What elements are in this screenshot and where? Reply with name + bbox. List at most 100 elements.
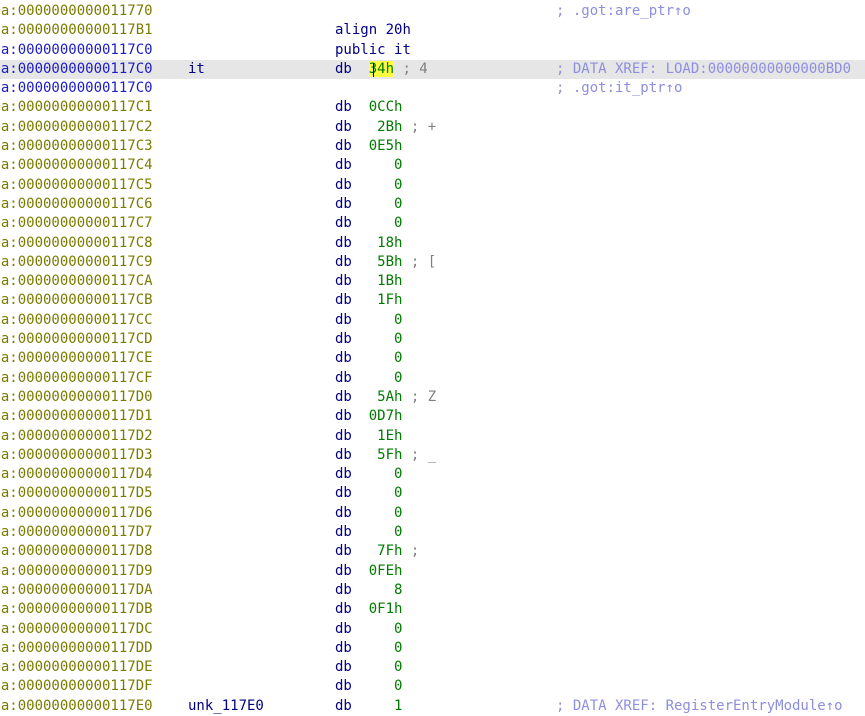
listing-row[interactable]: ata:00000000000117B1 align 20h <box>0 21 865 40</box>
address[interactable]: ata:00000000000117CD <box>0 330 153 349</box>
listing-row[interactable]: ata:00000000000117DF db 0 <box>0 677 865 696</box>
listing-row[interactable]: ata:00000000000117CB db 1Fh <box>0 291 865 310</box>
instruction[interactable]: db 0FEh <box>335 562 402 581</box>
xref-comment[interactable]: ; .got:are_ptr↑o <box>556 2 691 21</box>
listing-row[interactable]: ata:00000000000117C3 db 0E5h <box>0 137 865 156</box>
address[interactable]: ata:00000000000117CF <box>0 369 153 388</box>
instruction[interactable]: db 0 <box>335 484 402 503</box>
address[interactable]: ata:00000000000117B1 <box>0 21 153 40</box>
address[interactable]: ata:00000000000117DA <box>0 581 153 600</box>
listing-row[interactable]: ata:00000000000117D3 db 5Fh ; _ <box>0 446 865 465</box>
instruction[interactable]: db 1 <box>335 697 402 716</box>
listing-row[interactable]: ata:00000000000117CF db 0 <box>0 369 865 388</box>
listing-row[interactable]: ata:00000000000117D9 db 0FEh <box>0 562 865 581</box>
instruction[interactable]: db 0 <box>335 677 402 696</box>
instruction[interactable]: db 0 <box>335 639 402 658</box>
instruction[interactable]: db 0 <box>335 504 402 523</box>
address[interactable]: ata:00000000000117D4 <box>0 465 153 484</box>
address[interactable]: ata:00000000000117D6 <box>0 504 153 523</box>
address[interactable]: ata:00000000000117CB <box>0 291 153 310</box>
listing-row[interactable]: ata:00000000000117C2 db 2Bh ; + <box>0 118 865 137</box>
listing-row[interactable]: ata:00000000000117C7 db 0 <box>0 214 865 233</box>
listing-row[interactable]: ata:0000000000011770 ; .got:are_ptr↑o <box>0 2 865 21</box>
listing-row[interactable]: ata:00000000000117C0 public it <box>0 41 865 60</box>
address[interactable]: ata:00000000000117D3 <box>0 446 153 465</box>
instruction[interactable]: db 0 <box>335 465 402 484</box>
address[interactable]: ata:00000000000117C0 <box>0 60 153 79</box>
symbol-label[interactable]: it <box>188 60 205 79</box>
listing-row[interactable]: ata:00000000000117DB db 0F1h <box>0 600 865 619</box>
xref-comment[interactable]: ; .got:it_ptr↑o <box>556 79 682 98</box>
instruction[interactable]: db 0 <box>335 369 402 388</box>
listing-row[interactable]: ata:00000000000117D5 db 0 <box>0 484 865 503</box>
instruction[interactable]: db 0 <box>335 658 402 677</box>
address[interactable]: ata:00000000000117D2 <box>0 427 153 446</box>
instruction[interactable]: db 5Fh ; _ <box>335 446 436 465</box>
disassembly-listing[interactable]: ata:0000000000011770; .got:are_ptr↑o ata:… <box>0 2 865 716</box>
instruction[interactable]: db 0E5h <box>335 137 402 156</box>
xref-comment[interactable]: ; DATA XREF: LOAD:00000000000000BD0 <box>556 60 851 79</box>
listing-row[interactable]: ata:00000000000117D2 db 1Eh <box>0 427 865 446</box>
address[interactable]: ata:00000000000117DE <box>0 658 153 677</box>
address[interactable]: ata:00000000000117C5 <box>0 176 153 195</box>
address[interactable]: ata:00000000000117C4 <box>0 156 153 175</box>
listing-row[interactable]: ata:00000000000117CE db 0 <box>0 349 865 368</box>
address[interactable]: ata:00000000000117DF <box>0 677 153 696</box>
instruction[interactable]: db 34h ; 4 <box>335 60 428 79</box>
address[interactable]: ata:00000000000117CA <box>0 272 153 291</box>
instruction[interactable]: db 2Bh ; + <box>335 118 436 137</box>
listing-row[interactable]: ata:00000000000117C8 db 18h <box>0 234 865 253</box>
address[interactable]: ata:00000000000117DC <box>0 620 153 639</box>
listing-row[interactable]: ata:00000000000117DA db 8 <box>0 581 865 600</box>
address[interactable]: ata:00000000000117C9 <box>0 253 153 272</box>
instruction[interactable]: db 5Ah ; Z <box>335 388 436 407</box>
listing-row[interactable]: ata:00000000000117D6 db 0 <box>0 504 865 523</box>
address[interactable]: ata:00000000000117C1 <box>0 98 153 117</box>
listing-row[interactable]: ata:00000000000117D7 db 0 <box>0 523 865 542</box>
instruction[interactable]: db 1Fh <box>335 291 402 310</box>
instruction[interactable]: db 0 <box>335 311 402 330</box>
instruction[interactable]: db 8 <box>335 581 402 600</box>
listing-row[interactable]: ata:00000000000117DC db 0 <box>0 620 865 639</box>
instruction[interactable]: db 0 <box>335 349 402 368</box>
instruction[interactable]: db 7Fh ; <box>335 542 419 561</box>
instruction[interactable]: db 0 <box>335 330 402 349</box>
listing-row[interactable]: ata:00000000000117DD db 0 <box>0 639 865 658</box>
address[interactable]: ata:00000000000117DD <box>0 639 153 658</box>
address[interactable]: ata:0000000000011770 <box>0 2 153 21</box>
symbol-label[interactable]: unk_117E0 <box>188 697 264 716</box>
instruction[interactable]: db 1Bh <box>335 272 402 291</box>
listing-row[interactable]: ata:00000000000117C0 it db 34h ; 4 ; DATA X… <box>0 59 865 80</box>
listing-row[interactable]: ata:00000000000117D4 db 0 <box>0 465 865 484</box>
address[interactable]: ata:00000000000117D9 <box>0 562 153 581</box>
listing-row[interactable]: ata:00000000000117C1 db 0CCh <box>0 98 865 117</box>
listing-row[interactable]: ata:00000000000117C0 ; .got:it_ptr↑o <box>0 79 865 98</box>
instruction[interactable]: db 0 <box>335 176 402 195</box>
instruction[interactable]: db 0 <box>335 195 402 214</box>
address[interactable]: ata:00000000000117C2 <box>0 118 153 137</box>
listing-row[interactable]: ata:00000000000117CA db 1Bh <box>0 272 865 291</box>
address[interactable]: ata:00000000000117DB <box>0 600 153 619</box>
address[interactable]: ata:00000000000117C3 <box>0 137 153 156</box>
address[interactable]: ata:00000000000117CE <box>0 349 153 368</box>
listing-row[interactable]: ata:00000000000117C9 db 5Bh ; [ <box>0 253 865 272</box>
listing-row[interactable]: ata:00000000000117D0 db 5Ah ; Z <box>0 388 865 407</box>
address[interactable]: ata:00000000000117D7 <box>0 523 153 542</box>
instruction[interactable]: align 20h <box>335 21 411 40</box>
address[interactable]: ata:00000000000117C6 <box>0 195 153 214</box>
address[interactable]: ata:00000000000117D1 <box>0 407 153 426</box>
address[interactable]: ata:00000000000117D8 <box>0 542 153 561</box>
instruction[interactable]: db 18h <box>335 234 402 253</box>
address[interactable]: ata:00000000000117C0 <box>0 79 153 98</box>
instruction[interactable]: db 1Eh <box>335 427 402 446</box>
instruction[interactable]: db 5Bh ; [ <box>335 253 436 272</box>
address[interactable]: ata:00000000000117D0 <box>0 388 153 407</box>
instruction[interactable]: db 0F1h <box>335 600 402 619</box>
listing-row[interactable]: ata:00000000000117C5 db 0 <box>0 176 865 195</box>
listing-row[interactable]: ata:00000000000117D1 db 0D7h <box>0 407 865 426</box>
listing-row[interactable]: ata:00000000000117E0 unk_117E0 db 1 ; DATA … <box>0 697 865 716</box>
listing-row[interactable]: ata:00000000000117C6 db 0 <box>0 195 865 214</box>
instruction[interactable]: db 0 <box>335 156 402 175</box>
listing-row[interactable]: ata:00000000000117DE db 0 <box>0 658 865 677</box>
address[interactable]: ata:00000000000117E0 <box>0 697 153 716</box>
